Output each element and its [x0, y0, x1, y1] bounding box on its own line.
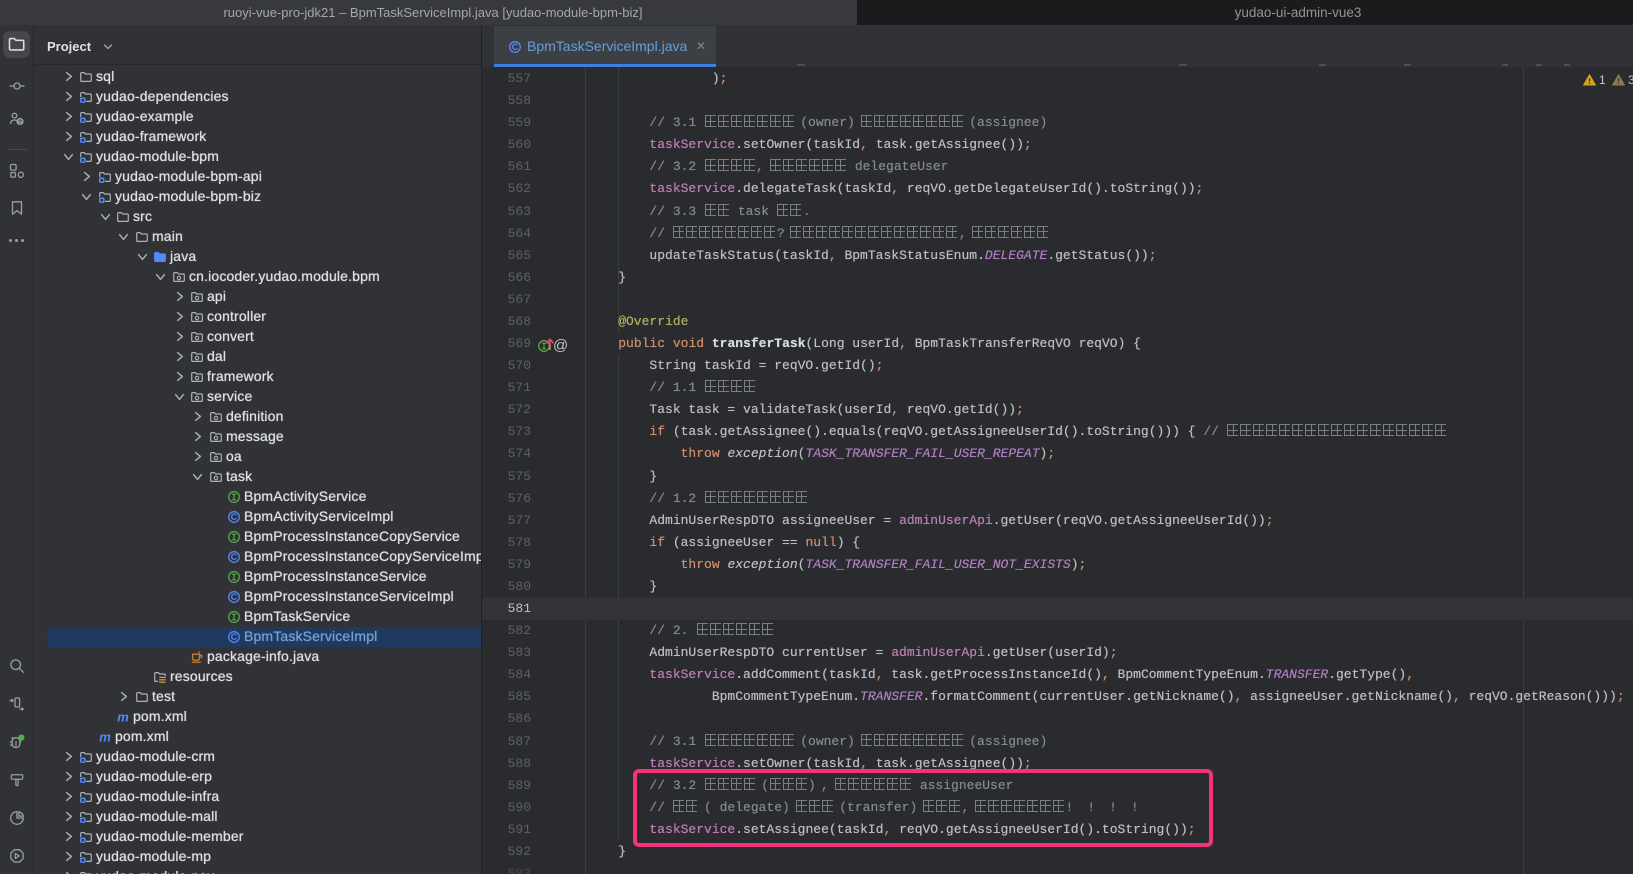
svg-text:m: m [99, 730, 111, 744]
svg-text:C: C [231, 512, 238, 522]
svg-text:m: m [117, 710, 129, 724]
svg-text:C: C [231, 592, 238, 602]
svg-text:C: C [512, 42, 519, 52]
svg-text:C: C [231, 632, 238, 642]
svg-text:C: C [231, 552, 238, 562]
